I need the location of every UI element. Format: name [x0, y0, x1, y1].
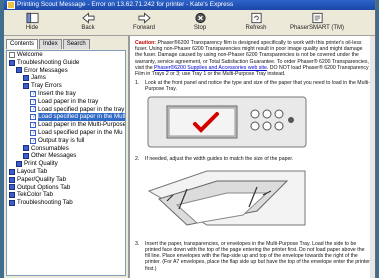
- tree-item-label: Consumables: [31, 144, 69, 152]
- back-button[interactable]: Back: [60, 10, 116, 35]
- tab-search[interactable]: Search: [62, 39, 90, 49]
- step-text: If needed, adjust the width guides to ma…: [145, 155, 294, 162]
- tree-item-label: Load specified paper in the tray: [38, 105, 125, 113]
- book-icon: [23, 75, 29, 82]
- tree-item-label: Troubleshooting Tab: [17, 199, 73, 207]
- help-topic-icon: [30, 106, 36, 114]
- tree-item[interactable]: Output Options Tab: [7, 184, 125, 192]
- tree-item-label: Output tray is full: [38, 136, 85, 144]
- tree-item-label: Load paper in the tray: [38, 97, 99, 105]
- tree-item-label: Troubleshooting Guide: [17, 58, 80, 66]
- caution-label: Caution:: [135, 40, 157, 46]
- tree-item-label: Output Options Tab: [17, 183, 71, 191]
- step-2: 2. If needed, adjust the width guides to…: [135, 156, 370, 162]
- help-topic-icon: [30, 129, 36, 138]
- help-topic-icon: [30, 90, 36, 99]
- tree-item-label: Load specified paper in the Mu: [38, 128, 123, 136]
- nav-tabs: Contents Index Search: [4, 36, 128, 49]
- toolbar: Hide Back Forward Stop Refresh PhaserSMA…: [4, 10, 375, 36]
- app-icon: [7, 1, 15, 9]
- help-content: Caution: Phaser®6200 Transparency film i…: [130, 36, 375, 278]
- title-bar: Printing Scout Message - Error on 13.62.…: [4, 0, 375, 10]
- book-icon: [9, 59, 15, 66]
- tree-item-label: Print Quality: [24, 160, 58, 168]
- tree-item[interactable]: Troubleshooting Tab: [7, 199, 125, 207]
- page-icon: [9, 51, 15, 58]
- book-icon: [9, 192, 15, 199]
- tree-item-label: Insert the tray: [38, 89, 76, 97]
- tree-item-label: Error Messages: [24, 66, 68, 74]
- phasersmart-button[interactable]: PhaserSMART (TM): [284, 10, 350, 35]
- book-icon: [23, 145, 29, 152]
- tree-item[interactable]: Output tray is full: [7, 137, 125, 145]
- back-icon: [81, 12, 95, 24]
- tree-item[interactable]: Load specified paper in the tray: [7, 106, 125, 114]
- step-3: 3. Insert the paper, transparencies, or …: [135, 241, 370, 272]
- tree-item-label: TekColor Tab: [17, 191, 53, 199]
- hide-icon: [25, 12, 39, 24]
- step-1: 1. Look at the front panel and notice th…: [135, 80, 370, 92]
- phasersmart-icon: [311, 12, 323, 24]
- tree-item-label: Other Messages: [31, 152, 77, 160]
- tree-item[interactable]: Load paper in the Multi-Purpose Tray: [7, 121, 126, 130]
- tree-item-label: Welcome: [17, 51, 43, 58]
- tree-item-label: Tray Errors: [31, 82, 62, 90]
- book-icon: [23, 83, 29, 90]
- tab-contents[interactable]: Contents: [6, 39, 39, 49]
- book-icon: [9, 184, 15, 191]
- tree-item[interactable]: Print Quality: [7, 160, 125, 168]
- step-text: Look at the front panel and notice the t…: [145, 80, 370, 93]
- refresh-button[interactable]: Refresh: [228, 10, 284, 35]
- tree-item[interactable]: Load specified paper in the Multi-Purpos…: [7, 113, 125, 122]
- book-icon: [9, 168, 15, 175]
- tab-index[interactable]: Index: [39, 39, 62, 49]
- window-title: Printing Scout Message - Error on 13.62.…: [17, 1, 234, 8]
- book-icon: [16, 161, 22, 168]
- forward-icon: [137, 12, 151, 24]
- forward-button[interactable]: Forward: [116, 10, 172, 35]
- tree-item[interactable]: Jams: [7, 74, 125, 82]
- hide-button[interactable]: Hide: [4, 10, 60, 35]
- supplies-link[interactable]: Phaser®6200 Supplies and Accessories web…: [154, 65, 267, 71]
- tree-item[interactable]: Troubleshooting Guide: [7, 59, 125, 67]
- contents-tree: Welcome Troubleshooting Guide Error Messag…: [6, 50, 126, 276]
- help-topic-icon: [30, 114, 36, 122]
- tree-item[interactable]: Paper/Quality Tab: [7, 176, 125, 184]
- front-panel-illustration: [147, 96, 370, 153]
- step-number: 1.: [135, 80, 140, 87]
- stop-icon: [194, 12, 206, 24]
- tree-item[interactable]: Insert the tray: [7, 89, 125, 99]
- tree-item[interactable]: Other Messages: [7, 152, 125, 160]
- book-icon: [9, 200, 15, 207]
- book-icon: [23, 153, 29, 160]
- tree-item-label: Load specified paper in the Multi-Purpos…: [38, 113, 125, 122]
- tree-item-label: Layout Tab: [17, 167, 48, 175]
- help-topic-icon: [30, 98, 36, 106]
- tray-illustration: [147, 165, 370, 238]
- tree-item[interactable]: Welcome: [7, 51, 125, 59]
- tree-item[interactable]: Load paper in the tray: [7, 98, 125, 106]
- step-text: Insert the paper, transparencies, or env…: [145, 240, 370, 272]
- help-topic-icon: [30, 122, 36, 130]
- navigation-pane: Contents Index Search Welcome Troubleshoo…: [4, 36, 130, 278]
- tree-item-label: Load paper in the Multi-Purpose Tray: [38, 121, 126, 129]
- help-topic-icon: [30, 137, 36, 145]
- tree-item-label: Paper/Quality Tab: [17, 175, 67, 183]
- tree-item[interactable]: Tray Errors: [7, 82, 125, 90]
- content-scrollbar[interactable]: [370, 36, 375, 278]
- book-icon: [9, 176, 15, 183]
- step-number: 3.: [135, 240, 140, 247]
- tree-item[interactable]: Error Messages: [7, 67, 125, 75]
- refresh-icon: [250, 12, 262, 24]
- tree-item-label: Jams: [31, 74, 46, 82]
- tree-item[interactable]: Consumables: [7, 145, 125, 153]
- help-window: Printing Scout Message - Error on 13.62.…: [4, 0, 376, 278]
- step-number: 2.: [135, 155, 140, 162]
- tree-item[interactable]: Layout Tab: [7, 168, 125, 176]
- caution-paragraph: Caution: Phaser®6200 Transparency film i…: [135, 40, 370, 77]
- book-icon: [16, 67, 22, 74]
- tree-item[interactable]: TekColor Tab: [7, 191, 125, 199]
- stop-button[interactable]: Stop: [172, 10, 228, 35]
- tree-item[interactable]: Load specified paper in the Mu: [7, 128, 125, 138]
